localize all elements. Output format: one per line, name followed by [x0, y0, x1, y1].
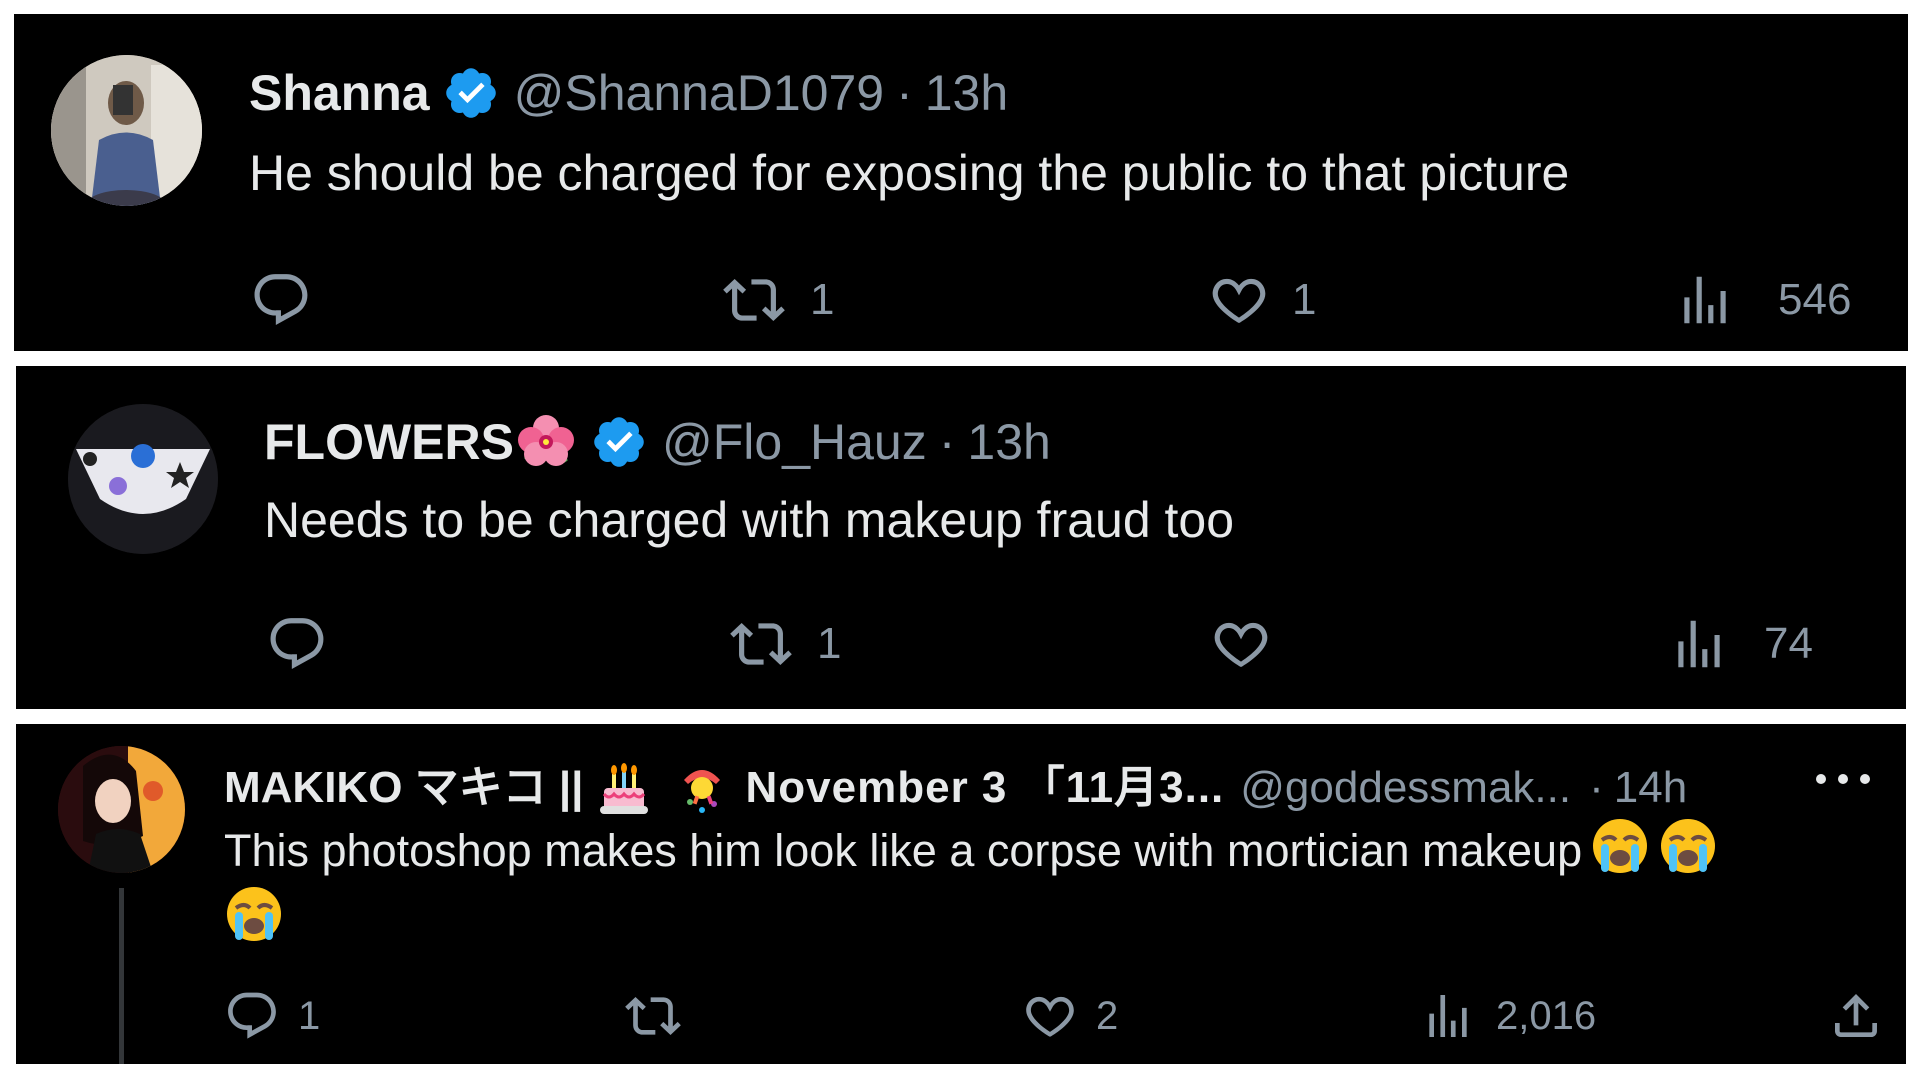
loudly-crying-emoji	[1590, 816, 1650, 876]
like-icon	[1212, 278, 1266, 323]
avatar[interactable]	[58, 746, 185, 873]
post-header: MAKIKO マキコ || November 3 「11月3... @godde…	[224, 758, 1687, 818]
display-name[interactable]: FLOWERS	[264, 417, 514, 467]
repost-button[interactable]: 1	[720, 269, 834, 331]
reply-count: 1	[298, 993, 321, 1038]
separator: ·	[1589, 763, 1604, 812]
verified-badge-icon	[590, 413, 648, 471]
loudly-crying-emoji	[224, 884, 284, 944]
repost-icon	[723, 279, 785, 321]
views-count: 2,016	[1496, 993, 1597, 1038]
handle[interactable]: @ShannaD1079	[514, 68, 884, 118]
post-text: Needs to be charged with makeup fraud to…	[264, 492, 1235, 548]
like-count: 2	[1096, 993, 1119, 1038]
display-name-part2[interactable]: November 3 「11月3...	[746, 766, 1225, 810]
like-count: 1	[1292, 275, 1317, 324]
reply-icon	[254, 274, 308, 326]
like-button[interactable]: 1	[1208, 269, 1316, 331]
reply-icon	[228, 992, 276, 1039]
post-text: He should be charged for exposing the pu…	[249, 145, 1570, 201]
reply-icon	[270, 618, 324, 670]
timestamp[interactable]: 14h	[1614, 766, 1687, 810]
separator: ·	[938, 414, 956, 470]
reply-button[interactable]	[250, 269, 334, 331]
views-button[interactable]: 74	[1668, 613, 1813, 675]
repost-button[interactable]: 1	[727, 613, 841, 675]
handle[interactable]: @Flo_Hauz	[662, 417, 927, 467]
display-name-part1[interactable]: MAKIKO マキコ ||	[224, 766, 584, 810]
repost-icon	[730, 623, 792, 665]
share-icon	[1835, 994, 1877, 1037]
more-button[interactable]	[1816, 764, 1870, 794]
verified-badge-icon	[442, 64, 500, 122]
views-button[interactable]: 546	[1674, 269, 1851, 331]
more-icon	[1816, 774, 1870, 784]
thread-line	[119, 888, 124, 1064]
post-header: Shanna @ShannaD1079 · 13h	[249, 64, 1008, 122]
views-count: 546	[1778, 275, 1852, 324]
avatar[interactable]	[51, 55, 202, 206]
like-icon	[1026, 996, 1074, 1037]
repost-icon	[625, 997, 681, 1035]
post-card-flowers[interactable]: FLOWERS @Flo_Hauz · 13h Needs to be char…	[16, 366, 1906, 709]
views-icon	[1684, 276, 1726, 324]
repost-button[interactable]	[622, 988, 706, 1044]
share-button[interactable]	[1828, 988, 1884, 1044]
like-icon	[1214, 622, 1268, 667]
reply-button[interactable]: 1	[224, 988, 320, 1044]
post-card-shanna[interactable]: Shanna @ShannaD1079 · 13h He should be c…	[14, 14, 1908, 351]
timestamp[interactable]: 13h	[967, 417, 1050, 467]
like-button[interactable]	[1210, 613, 1294, 675]
hibiscus-emoji	[514, 410, 578, 474]
handle[interactable]: @goddessmak...	[1240, 766, 1571, 810]
post-text: This photoshop makes him look like a cor…	[224, 816, 1884, 952]
confetti-emoji	[672, 758, 732, 818]
views-icon	[1678, 620, 1720, 668]
display-name[interactable]: Shanna	[249, 68, 430, 118]
avatar[interactable]	[68, 404, 218, 554]
like-button[interactable]: 2	[1022, 988, 1118, 1044]
separator: ·	[896, 65, 913, 121]
repost-count: 1	[817, 619, 842, 668]
post-header: FLOWERS @Flo_Hauz · 13h	[264, 410, 1051, 474]
views-count: 74	[1764, 619, 1813, 668]
views-icon	[1429, 995, 1467, 1037]
repost-count: 1	[810, 275, 835, 324]
reply-button[interactable]	[266, 613, 350, 675]
timestamp[interactable]: 13h	[925, 68, 1008, 118]
views-button[interactable]: 2,016	[1420, 988, 1596, 1044]
birthday-cake-emoji	[594, 758, 654, 818]
loudly-crying-emoji	[1658, 816, 1718, 876]
post-card-makiko[interactable]: MAKIKO マキコ || November 3 「11月3... @godde…	[16, 724, 1906, 1064]
post-text-body: This photoshop makes him look like a cor…	[224, 825, 1583, 876]
